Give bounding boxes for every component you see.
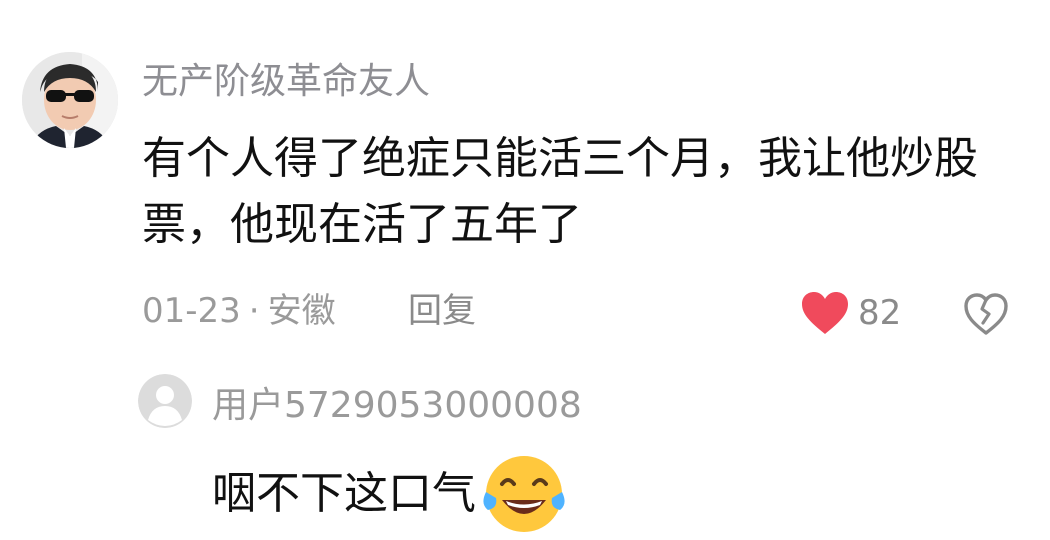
dislike-button[interactable] [962, 290, 1010, 338]
comment-date: 01-23 [142, 291, 241, 331]
comment-location: 安徽 [267, 291, 336, 331]
reply-comment: 咽不下这口气 [212, 448, 570, 540]
meta-separator: · [248, 291, 260, 331]
user-avatar-icon [22, 52, 118, 148]
username[interactable]: 无产阶级革命友人 [142, 56, 430, 108]
broken-heart-icon [964, 293, 1008, 335]
comment-text: 有个人得了绝症只能活三个月，我让他炒股票，他现在活了五年了 [142, 133, 978, 250]
heart-icon [802, 292, 848, 334]
like-count: 82 [858, 293, 902, 333]
comment-meta: 01-23 · 安徽 [142, 286, 336, 336]
tears-of-joy-emoji-icon [483, 456, 565, 532]
avatar[interactable] [22, 52, 118, 148]
reply-username[interactable]: 用户5729053000008 [212, 380, 582, 432]
like-button[interactable]: 82 [800, 287, 901, 339]
default-user-avatar-icon [138, 374, 192, 428]
reply-avatar[interactable] [138, 374, 192, 428]
reply-button[interactable]: 回复 [408, 286, 476, 336]
reply-text: 咽不下这口气 [212, 468, 476, 519]
